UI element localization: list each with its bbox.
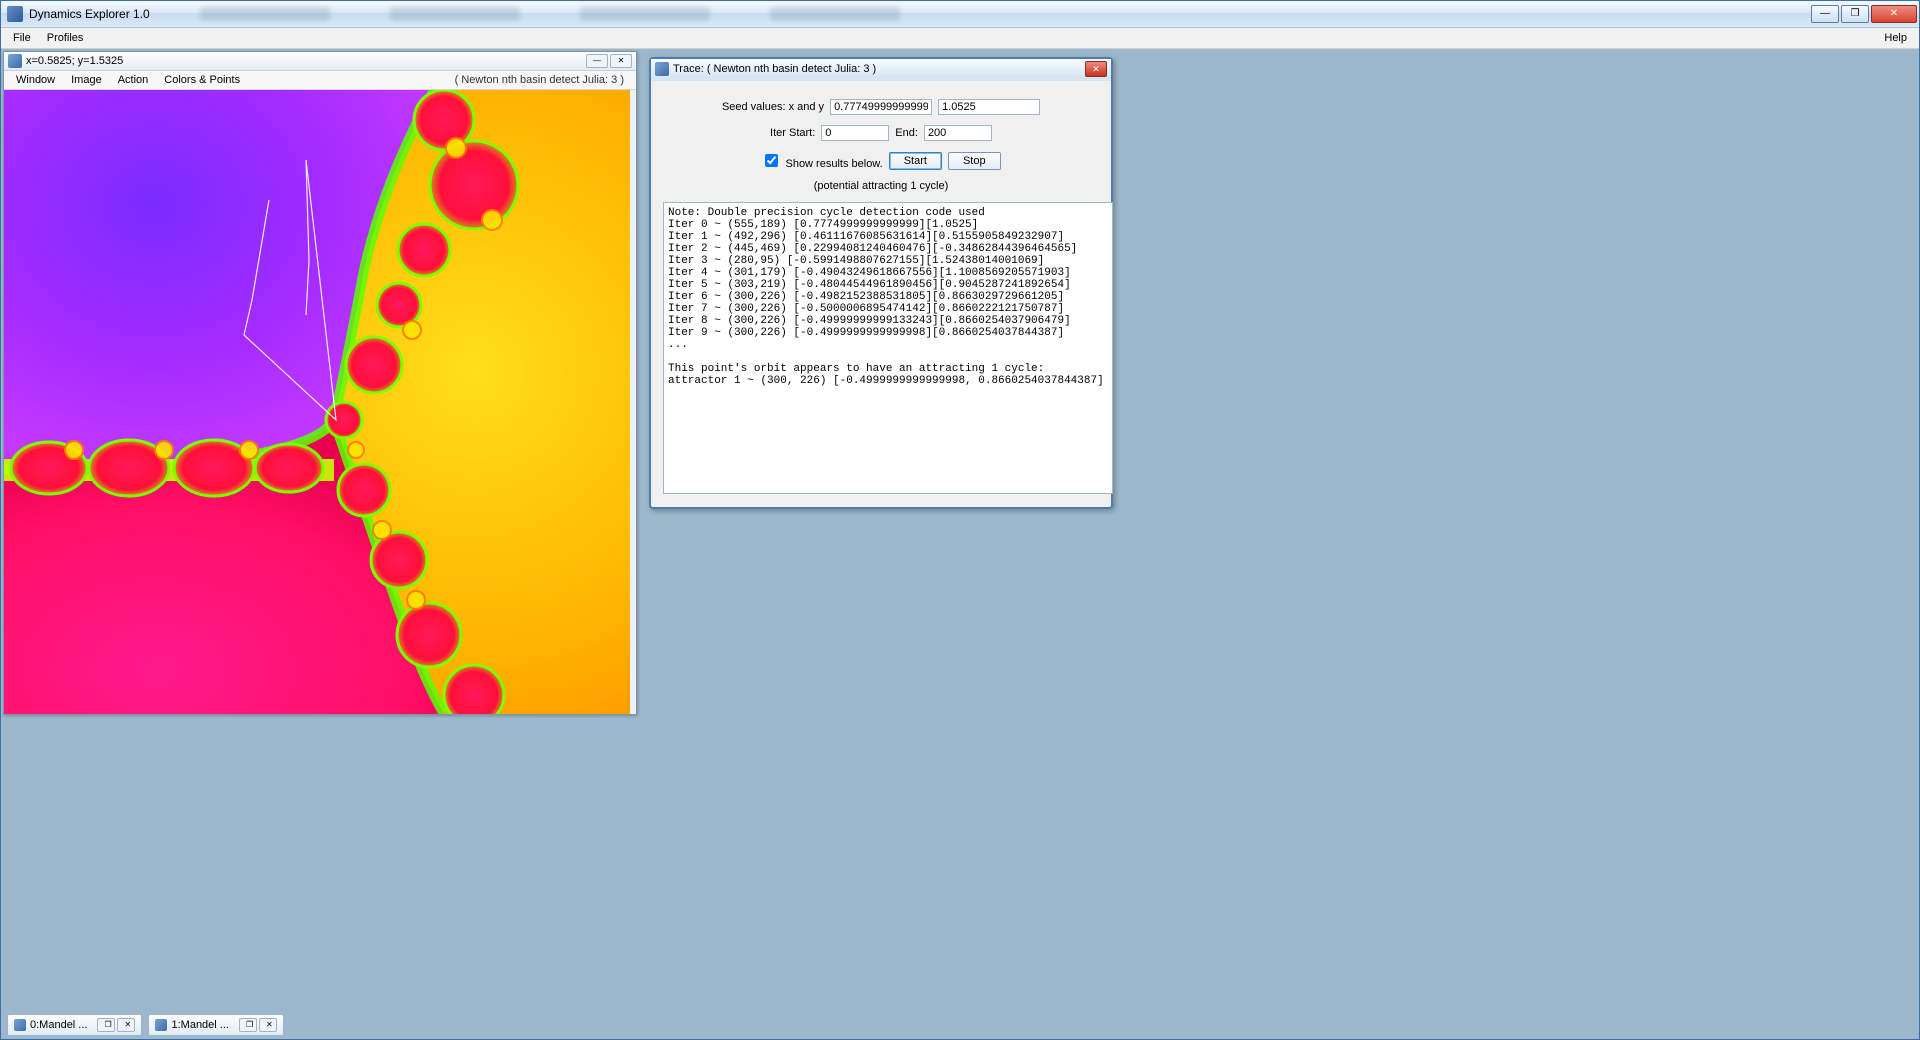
start-button[interactable]: Start (889, 152, 942, 170)
show-results-checkbox[interactable] (765, 154, 778, 167)
app-window: Dynamics Explorer 1.0 — ❐ ✕ File Profile… (0, 0, 1920, 1040)
mdi-tab-0-restore-button[interactable]: ❐ (97, 1018, 115, 1032)
window-close-button[interactable]: ✕ (1871, 5, 1917, 23)
fractal-image[interactable] (4, 90, 630, 714)
java-icon (155, 1019, 167, 1031)
mdi-tab-1-close-button[interactable]: ✕ (259, 1018, 277, 1032)
show-results-check-wrapper[interactable]: Show results below. (761, 151, 882, 170)
iter-end-label: End: (895, 127, 918, 139)
fractal-menu-action[interactable]: Action (110, 73, 157, 87)
fractal-window[interactable]: x=0.5825; y=1.5325 — ✕ Window Image Acti… (3, 51, 637, 715)
trace-titlebar[interactable]: Trace: ( Newton nth basin detect Julia: … (651, 59, 1111, 79)
stop-button[interactable]: Stop (948, 152, 1001, 170)
mdi-client-area: x=0.5825; y=1.5325 — ✕ Window Image Acti… (1, 49, 1919, 1039)
fractal-menu-colors[interactable]: Colors & Points (156, 73, 248, 87)
java-icon (8, 54, 22, 68)
menu-help[interactable]: Help (1876, 30, 1915, 46)
fractal-close-button[interactable]: ✕ (610, 54, 632, 68)
mdi-tab-1[interactable]: 1:Mandel ... ❐ ✕ (148, 1014, 283, 1036)
fractal-menu-image[interactable]: Image (63, 73, 110, 87)
mdi-tab-0[interactable]: 0:Mandel ... ❐ ✕ (7, 1014, 142, 1036)
app-icon (7, 6, 23, 22)
mdi-tab-0-close-button[interactable]: ✕ (117, 1018, 135, 1032)
iter-start-label: Iter Start: (770, 127, 815, 139)
trace-output[interactable] (663, 202, 1113, 494)
fractal-name-label: ( Newton nth basin detect Julia: 3 ) (447, 73, 632, 87)
window-maximize-button[interactable]: ❐ (1841, 5, 1869, 23)
window-controls: — ❐ ✕ (1809, 5, 1917, 23)
mdi-taskbar: 0:Mandel ... ❐ ✕ 1:Mandel ... ❐ ✕ (3, 1013, 288, 1037)
seed-x-input[interactable] (830, 99, 932, 115)
seed-y-input[interactable] (938, 99, 1040, 115)
fractal-minimize-button[interactable]: — (586, 54, 608, 68)
java-icon (14, 1019, 26, 1031)
fractal-menubar: Window Image Action Colors & Points ( Ne… (4, 71, 636, 90)
fractal-titlebar[interactable]: x=0.5825; y=1.5325 — ✕ (4, 52, 636, 71)
trace-body: Seed values: x and y Iter Start: End: Sh… (651, 79, 1111, 507)
mdi-tab-1-label: 1:Mandel ... (171, 1019, 228, 1031)
trace-status: (potential attracting 1 cycle) (663, 180, 1099, 192)
app-menubar: File Profiles Help (1, 28, 1919, 49)
fractal-svg (4, 90, 630, 714)
java-icon (655, 62, 669, 76)
seed-label: Seed values: x and y (722, 101, 824, 113)
fractal-menu-window[interactable]: Window (8, 73, 63, 87)
menu-file[interactable]: File (5, 30, 39, 46)
iter-start-input[interactable] (821, 125, 889, 141)
mdi-tab-1-restore-button[interactable]: ❐ (239, 1018, 257, 1032)
trace-close-button[interactable]: ✕ (1085, 61, 1107, 77)
mdi-tab-0-label: 0:Mandel ... (30, 1019, 87, 1031)
iter-end-input[interactable] (924, 125, 992, 141)
menu-profiles[interactable]: Profiles (39, 30, 92, 46)
trace-dialog[interactable]: Trace: ( Newton nth basin detect Julia: … (649, 57, 1113, 509)
trace-title: Trace: ( Newton nth basin detect Julia: … (673, 63, 876, 75)
app-title: Dynamics Explorer 1.0 (29, 7, 150, 21)
aero-peek-thumbs (200, 7, 900, 21)
show-results-label: Show results below. (785, 158, 882, 170)
fractal-coord-status: x=0.5825; y=1.5325 (26, 55, 123, 67)
app-titlebar[interactable]: Dynamics Explorer 1.0 — ❐ ✕ (1, 1, 1919, 28)
window-minimize-button[interactable]: — (1811, 5, 1839, 23)
